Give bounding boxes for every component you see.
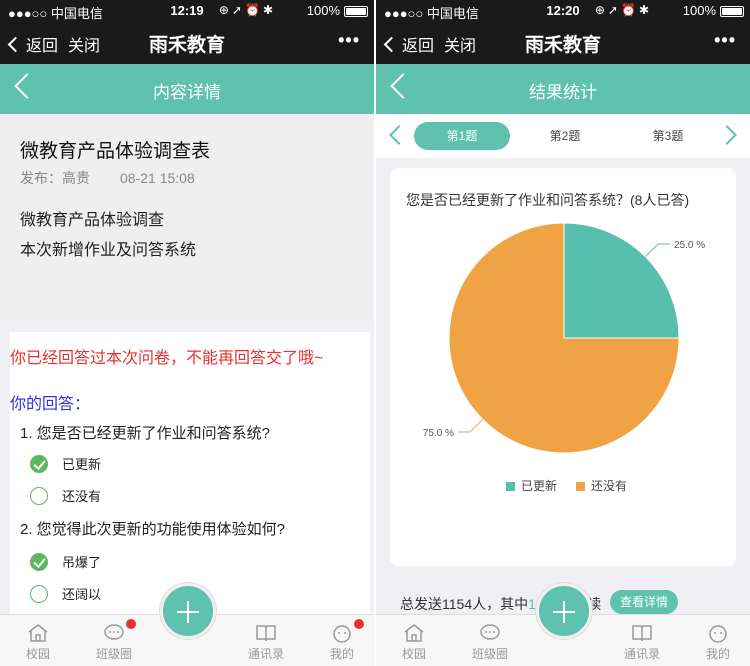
question-text: 1. 您是否已经更新了作业和问答系统? xyxy=(20,425,271,442)
option-label: 吊爆了 xyxy=(62,555,102,570)
article: 微教育产品体验调查表 发布：高贵 08-21 15:08 微教育产品体验调查 本次… xyxy=(0,114,374,324)
tab-question-2[interactable]: 第2题 xyxy=(517,122,613,150)
wechat-header: 返回 关闭 雨禾教育 ••• xyxy=(376,22,750,64)
tab-contacts[interactable]: 通讯录 xyxy=(612,623,672,662)
checked-radio-icon xyxy=(30,552,48,571)
add-button[interactable] xyxy=(160,583,216,639)
answers-section: 你已经回答过本次问卷，不能再回答交了哦~ 你的回答： 1. 您是否已经更新了作业… xyxy=(10,332,370,622)
result-card: 您是否已经更新了作业和问答系统？(8人已答) 25.0 % 75.0 % 已更新 还没… xyxy=(390,168,736,566)
chevron-right-icon[interactable] xyxy=(717,125,737,145)
tab-label: 通讯录 xyxy=(247,647,284,661)
battery-icon xyxy=(720,6,744,17)
question-tabs: 第1题 第2题 第3题 xyxy=(376,114,750,158)
tab-campus[interactable]: 校园 xyxy=(8,623,68,662)
tab-label: 班级圈 xyxy=(471,647,508,661)
more-menu-button[interactable]: ••• xyxy=(714,30,736,51)
legend-label: 已更新 xyxy=(521,478,557,493)
tab-question-3[interactable]: 第3题 xyxy=(620,122,716,150)
app-title: 雨禾教育 xyxy=(524,35,601,56)
bottom-tab-bar: 校园 班级圈 通讯录 我的 xyxy=(376,583,750,666)
chevron-left-icon[interactable] xyxy=(389,125,409,145)
app-title: 雨禾教育 xyxy=(148,35,225,56)
publish-date: 08-21 15:08 xyxy=(120,170,195,186)
bottom-tab-bar: 校园 班级圈 通讯录 我的 xyxy=(0,583,374,666)
tab-class-circle[interactable]: 班级圈 xyxy=(84,619,144,662)
pie-chart: 25.0 % 75.0 % 已更新 还没有 xyxy=(423,222,705,493)
view-details-button[interactable]: 查看详情 xyxy=(610,590,678,614)
tab-label: 校园 xyxy=(401,647,426,661)
notification-dot xyxy=(354,619,364,629)
already-answered-warning: 你已经回答过本次问卷，不能再回答交了哦~ xyxy=(10,350,324,367)
tab-label: 班级圈 xyxy=(95,647,132,661)
battery-icon xyxy=(344,6,368,17)
legend-label: 还没有 xyxy=(591,478,627,493)
status-bar: ●●●○○ 中国电信 12:19 ⊕➚⏰✱ 100% xyxy=(0,0,374,22)
right-screen: ●●●○○ 中国电信 12:20 ⊕➚⏰✱ 100% 返回 关闭 雨禾教育 ••… xyxy=(376,0,750,666)
face-icon xyxy=(333,625,351,643)
article-title: 微教育产品体验调查表 xyxy=(20,141,211,162)
page-header: 内容详情 xyxy=(0,64,374,114)
more-menu-button[interactable]: ••• xyxy=(338,30,360,51)
option-item: 吊爆了 xyxy=(30,552,101,571)
article-body-line: 微教育产品体验调查 xyxy=(20,212,165,229)
option-item: 已更新 xyxy=(30,454,101,473)
tab-label: 校园 xyxy=(25,647,50,661)
page-header: 结果统计 xyxy=(376,64,750,114)
school-icon xyxy=(404,624,424,642)
left-screen: ●●●○○ 中国电信 12:19 ⊕➚⏰✱ 100% 返回 关闭 雨禾教育 ••… xyxy=(0,0,374,666)
chat-bubble-icon xyxy=(104,624,124,640)
option-label: 已更新 xyxy=(62,457,102,472)
tab-me[interactable]: 我的 xyxy=(312,619,372,662)
slice-value-label: 25.0 % xyxy=(674,240,705,251)
page-title: 结果统计 xyxy=(529,83,597,102)
radio-icon xyxy=(30,486,48,505)
your-answer-heading: 你的回答： xyxy=(10,396,91,413)
face-icon xyxy=(709,625,727,643)
publisher: 发布：高贵 xyxy=(20,170,90,186)
tab-label: 我的 xyxy=(329,647,354,661)
book-icon xyxy=(632,625,652,642)
leader-line xyxy=(457,418,484,433)
legend-swatch xyxy=(576,482,585,491)
option-item: 还没有 xyxy=(30,486,101,505)
option-label: 还没有 xyxy=(62,489,102,504)
system-icons: ⊕➚⏰✱ xyxy=(218,3,276,17)
tab-label: 通讯录 xyxy=(623,647,660,661)
legend-swatch xyxy=(506,482,515,491)
option-label: 还阔以 xyxy=(62,587,102,602)
tab-me[interactable]: 我的 xyxy=(688,623,748,662)
summary-prefix: 总发送1154人，其中 xyxy=(400,596,529,612)
checked-radio-icon xyxy=(30,454,48,473)
tab-class-circle[interactable]: 班级圈 xyxy=(460,623,520,662)
tab-campus[interactable]: 校园 xyxy=(384,623,444,662)
wechat-header: 返回 关闭 雨禾教育 ••• xyxy=(0,22,374,64)
system-icons: ⊕➚⏰✱ xyxy=(594,3,652,17)
article-body-line: 本次新增作业及问答系统 xyxy=(20,242,197,259)
notification-dot xyxy=(126,619,136,629)
article-meta: 发布：高贵 08-21 15:08 xyxy=(20,168,225,188)
leader-line xyxy=(644,243,671,258)
tab-question-1[interactable]: 第1题 xyxy=(414,122,510,150)
add-button[interactable] xyxy=(536,583,592,639)
option-item: 还阔以 xyxy=(30,584,101,603)
radio-icon xyxy=(30,584,48,603)
battery-percent: 100% xyxy=(306,3,340,18)
tab-contacts[interactable]: 通讯录 xyxy=(236,623,296,662)
question-text: 2. 您觉得此次更新的功能使用体验如何? xyxy=(20,521,286,538)
tab-label: 我的 xyxy=(705,647,730,661)
chat-bubble-icon xyxy=(480,624,500,640)
school-icon xyxy=(28,624,48,642)
page-title: 内容详情 xyxy=(153,83,221,102)
slice-value-label: 75.0 % xyxy=(423,428,454,439)
battery-percent: 100% xyxy=(682,3,716,18)
status-bar: ●●●○○ 中国电信 12:20 ⊕➚⏰✱ 100% xyxy=(376,0,750,22)
pie-slice xyxy=(563,222,680,339)
book-icon xyxy=(256,625,276,642)
